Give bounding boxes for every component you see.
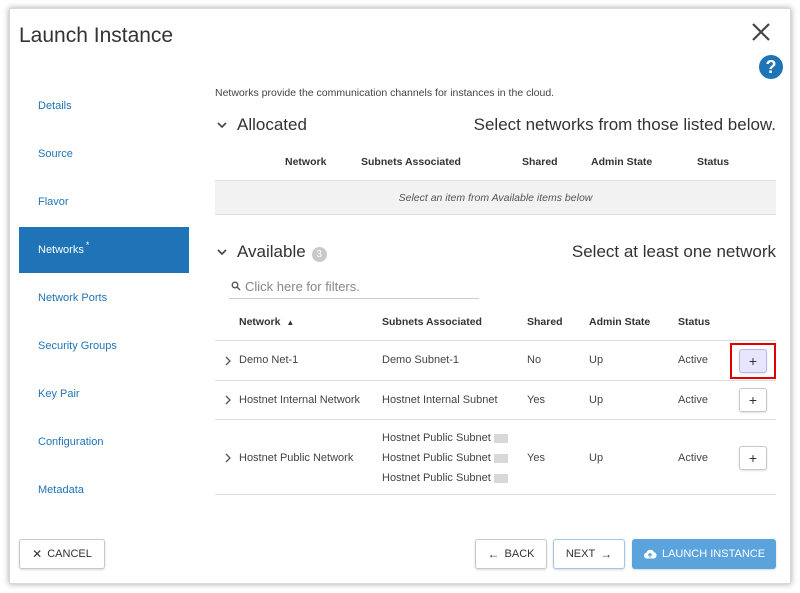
row-subnet: Hostnet Public Subnet xyxy=(382,452,491,464)
nav-item-security-groups[interactable]: Security Groups xyxy=(19,323,189,369)
sort-asc-icon: ▲ xyxy=(286,318,295,327)
row-subnet: Demo Subnet-1 xyxy=(382,354,460,366)
back-label: BACK xyxy=(504,548,535,560)
row-subnet: Hostnet Public Subnet xyxy=(382,472,491,484)
nav-item-label: Key Pair xyxy=(38,388,80,400)
row-subnet-entry: Hostnet Public Subnet xyxy=(382,432,508,444)
cancel-button[interactable]: ✕ CANCEL xyxy=(19,539,105,569)
row-admin-state: Up xyxy=(589,394,604,406)
subnet-tag xyxy=(493,433,508,443)
nav-item-label: Metadata xyxy=(38,484,84,496)
filter-bar xyxy=(229,275,479,299)
alloc-col-admin-state[interactable]: Admin State xyxy=(591,156,652,168)
row-admin-state: Up xyxy=(589,354,604,366)
next-label: NEXT xyxy=(565,548,596,560)
nav-item-label: Flavor xyxy=(38,196,69,208)
nav-item-label: Security Groups xyxy=(38,340,117,352)
next-button[interactable]: NEXT → xyxy=(553,539,625,569)
alloc-col-status[interactable]: Status xyxy=(697,156,729,168)
table-row[interactable]: Demo Net-1 Demo Subnet-1 No Up Active + xyxy=(215,340,776,380)
row-shared: Yes xyxy=(527,452,545,464)
row-network: Hostnet Internal Network xyxy=(239,394,361,406)
row-admin-state: Up xyxy=(589,452,604,464)
row-subnet: Hostnet Internal Subnet xyxy=(382,394,498,406)
filter-input[interactable] xyxy=(245,279,465,294)
dialog-title: Launch Instance xyxy=(19,24,174,47)
nav-item-flavor[interactable]: Flavor xyxy=(19,179,189,225)
arrow-left-icon: ← xyxy=(487,547,500,561)
close-icon: ✕ xyxy=(32,547,43,561)
search-icon xyxy=(231,281,241,291)
col-network[interactable]: Network ▲ xyxy=(239,316,294,328)
intro-text: Networks provide the communication chann… xyxy=(215,87,555,99)
allocated-hint: Select networks from those listed below. xyxy=(473,115,776,134)
subnet-tag xyxy=(493,453,508,463)
chevron-down-icon[interactable] xyxy=(215,118,229,132)
back-button[interactable]: ← BACK xyxy=(475,539,547,569)
row-status: Active xyxy=(678,354,708,366)
alloc-col-shared[interactable]: Shared xyxy=(522,156,558,168)
row-subnet-entry: Hostnet Public Subnet xyxy=(382,472,508,484)
add-network-button[interactable]: + xyxy=(739,349,767,373)
available-title: Available xyxy=(237,242,306,261)
add-network-button[interactable]: + xyxy=(739,388,767,412)
col-network-label: Network xyxy=(239,316,281,328)
col-admin-state[interactable]: Admin State xyxy=(589,316,650,328)
row-subnet: Hostnet Public Subnet xyxy=(382,432,491,444)
row-status: Active xyxy=(678,394,708,406)
table-row[interactable]: Hostnet Internal Network Hostnet Interna… xyxy=(215,380,776,419)
nav-item-details[interactable]: Details xyxy=(19,83,189,129)
available-hint: Select at least one network xyxy=(571,242,776,261)
nav-item-label: Configuration xyxy=(38,436,104,448)
nav-item-networks[interactable]: Networks * xyxy=(19,227,189,273)
cancel-label: CANCEL xyxy=(47,548,92,560)
close-icon[interactable] xyxy=(750,21,772,43)
col-shared[interactable]: Shared xyxy=(527,316,563,328)
launch-instance-dialog: Launch Instance ? Details Source Flavor … xyxy=(9,8,791,584)
allocated-title: Allocated xyxy=(237,115,307,134)
chevron-right-icon[interactable] xyxy=(224,395,232,405)
row-network: Hostnet Public Network xyxy=(239,452,354,464)
chevron-down-icon[interactable] xyxy=(215,245,229,259)
row-status: Active xyxy=(678,452,708,464)
available-count-badge: 3 xyxy=(311,246,327,262)
nav-item-label: Network Ports xyxy=(38,292,108,304)
launch-instance-button[interactable]: LAUNCH INSTANCE xyxy=(632,539,776,569)
row-shared: Yes xyxy=(527,394,545,406)
wizard-nav: Details Source Flavor Networks * Network … xyxy=(19,83,189,515)
nav-item-network-ports[interactable]: Network Ports xyxy=(19,275,189,321)
col-subnets[interactable]: Subnets Associated xyxy=(382,316,482,328)
nav-item-key-pair[interactable]: Key Pair xyxy=(19,371,189,417)
alloc-col-subnets[interactable]: Subnets Associated xyxy=(361,156,461,168)
add-network-button[interactable]: + xyxy=(739,446,767,470)
nav-item-label: Details xyxy=(38,100,72,112)
nav-item-metadata[interactable]: Metadata xyxy=(19,467,189,513)
row-subnet-entry: Hostnet Public Subnet xyxy=(382,452,508,464)
chevron-right-icon[interactable] xyxy=(224,453,232,463)
alloc-col-network[interactable]: Network xyxy=(285,156,326,168)
table-row[interactable]: Hostnet Public Network Hostnet Public Su… xyxy=(215,419,776,495)
cloud-upload-icon xyxy=(643,549,657,559)
nav-item-source[interactable]: Source xyxy=(19,131,189,177)
row-network: Demo Net-1 xyxy=(239,354,299,366)
allocated-empty-row: Select an item from Available items belo… xyxy=(215,180,776,215)
nav-item-configuration[interactable]: Configuration xyxy=(19,419,189,465)
empty-message: Select an item from Available items belo… xyxy=(398,191,593,204)
launch-label: LAUNCH INSTANCE xyxy=(661,548,766,560)
subnet-tag xyxy=(493,473,508,483)
arrow-right-icon: → xyxy=(600,547,613,561)
chevron-right-icon[interactable] xyxy=(224,356,232,366)
available-header: Available 3 Select at least one network xyxy=(215,240,776,264)
nav-item-label: Source xyxy=(38,148,73,160)
nav-item-label: Networks xyxy=(38,244,84,256)
allocated-header: Allocated Select networks from those lis… xyxy=(215,113,776,137)
required-mark: * xyxy=(85,240,90,250)
row-shared: No xyxy=(527,354,542,366)
help-icon[interactable]: ? xyxy=(759,55,783,79)
col-status[interactable]: Status xyxy=(678,316,710,328)
